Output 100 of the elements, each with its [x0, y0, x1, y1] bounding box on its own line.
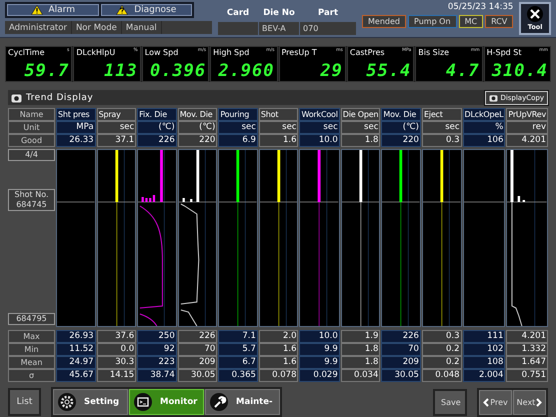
- row-label: Good: [8, 134, 55, 147]
- table-cell: 10.0: [299, 134, 340, 147]
- table-cell: sec: [422, 121, 462, 134]
- table-cell: 226: [137, 134, 177, 147]
- table-cell: (℃): [381, 121, 421, 134]
- table-cell: 14.15: [96, 369, 136, 382]
- table-cell: sec: [218, 121, 258, 134]
- row-label: Min: [8, 343, 55, 356]
- status-field: Manual: [122, 21, 161, 34]
- metric-label: Low Spd: [144, 48, 180, 57]
- table-cell: 209: [381, 356, 421, 369]
- table-cell: 30.3: [96, 356, 136, 369]
- table-cell: 0.0: [96, 343, 136, 356]
- table-cell: 223: [137, 356, 177, 369]
- table-cell: 92: [137, 343, 177, 356]
- table-cell: 70: [381, 343, 421, 356]
- table-cell: 1.9: [340, 330, 380, 343]
- row-label: Mean: [8, 356, 55, 369]
- table-cell: sec: [258, 121, 298, 134]
- table-cell: 10.0: [299, 330, 340, 343]
- column-header: Mov. Die: [178, 108, 218, 121]
- table-cell: 0.2: [422, 356, 462, 369]
- table-cell: 102: [462, 343, 506, 356]
- column-header: PrUpVRev: [506, 108, 548, 121]
- table-cell: sec: [299, 121, 340, 134]
- table-cell: 1.8: [340, 343, 380, 356]
- table-cell: 5.7: [218, 343, 258, 356]
- column-header: Fix. Die: [137, 108, 177, 121]
- nav-tab[interactable]: Monitor: [129, 389, 204, 415]
- column-header: Pouring: [218, 108, 258, 121]
- table-cell: rev: [506, 121, 548, 134]
- row-label: Max: [8, 330, 55, 343]
- nav-tab[interactable]: Mainte-: [205, 389, 280, 415]
- table-cell: %: [462, 121, 506, 134]
- save-button[interactable]: Save: [433, 388, 467, 416]
- metric-label: H-Spd St: [486, 48, 523, 57]
- row-label: σ: [8, 369, 55, 382]
- table-cell: 220: [178, 134, 218, 147]
- table-cell: 209: [178, 356, 218, 369]
- table-cell: 11.52: [56, 343, 96, 356]
- monitor-icon: [134, 393, 152, 411]
- camera-icon: [11, 92, 22, 102]
- table-cell: 9.9: [299, 343, 340, 356]
- alarm-button[interactable]: Alarm: [7, 4, 98, 16]
- metric-value: 4.7: [444, 63, 480, 80]
- table-cell: MPa: [56, 121, 96, 134]
- job-label: Part: [317, 8, 340, 18]
- job-value: BEV-A: [259, 22, 300, 34]
- table-cell: 37.6: [96, 330, 136, 343]
- alarm-button[interactable]: Diagnose: [100, 4, 192, 16]
- metric-value: 310.4: [490, 63, 548, 80]
- column-header: Spray: [96, 108, 136, 121]
- table-cell: sec: [340, 121, 380, 134]
- table-cell: 220: [381, 134, 421, 147]
- table-cell: 0.3: [422, 134, 462, 147]
- status-field: [162, 21, 212, 34]
- chevron-left-icon: [483, 398, 490, 406]
- status-indicator: Mended: [362, 15, 406, 28]
- table-cell: 226: [178, 330, 218, 343]
- next-button[interactable]: Next: [513, 390, 546, 414]
- metric-value: 2.960: [217, 63, 274, 80]
- table-cell: 106: [462, 134, 506, 147]
- metric-label: CastPres: [350, 48, 386, 57]
- table-cell: sec: [96, 121, 136, 134]
- table-cell: 1.6: [258, 134, 298, 147]
- list-button[interactable]: List: [8, 388, 41, 416]
- chevron-right-icon: [536, 398, 542, 406]
- column-header: Mov. Die: [381, 108, 421, 121]
- table-cell: 1.8: [340, 356, 380, 369]
- job-value: 070: [300, 22, 356, 34]
- status-indicator: RCV: [485, 15, 514, 28]
- metric-label: Bis Size: [418, 48, 450, 57]
- table-cell: 30.05: [381, 369, 421, 382]
- table-cell: (℃): [137, 121, 177, 134]
- table-cell: 226: [381, 330, 421, 343]
- job-label: Card: [226, 8, 250, 18]
- table-cell: 250: [137, 330, 177, 343]
- warning-question-icon: [116, 5, 128, 15]
- row-label: Name: [8, 108, 55, 121]
- table-cell: 0.078: [258, 369, 298, 382]
- table-cell: 24.97: [56, 356, 96, 369]
- table-cell: (℃): [178, 121, 218, 134]
- table-cell: 1.6: [258, 343, 298, 356]
- status-field: Administrator: [5, 21, 71, 34]
- shot-number-label: 684795: [8, 313, 55, 325]
- job-label: Die No: [262, 8, 296, 18]
- metric-label: High Spd: [213, 48, 250, 57]
- warning-icon: [30, 5, 42, 15]
- table-cell: 4.201: [506, 134, 548, 147]
- column-header: WorkCool: [299, 108, 340, 121]
- table-cell: 45.67: [56, 369, 96, 382]
- table-cell: 111: [462, 330, 506, 343]
- prev-button[interactable]: Prev: [479, 390, 512, 414]
- table-cell: 0.751: [506, 369, 548, 382]
- table-cell: 70: [178, 343, 218, 356]
- table-cell: 1.647: [506, 356, 548, 369]
- table-cell: 7.1: [218, 330, 258, 343]
- table-cell: 0.3: [422, 330, 462, 343]
- table-cell: 4.201: [506, 330, 548, 343]
- nav-tab[interactable]: Setting: [53, 389, 128, 415]
